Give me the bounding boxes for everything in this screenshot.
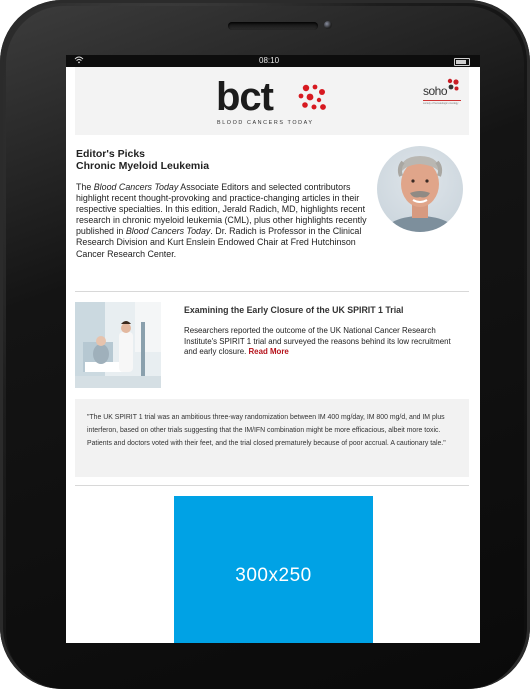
- editor-quote-box: "The UK SPIRIT 1 trial was an ambitious …: [75, 399, 469, 477]
- soho-divider: [423, 100, 461, 101]
- wifi-icon: [74, 56, 84, 66]
- read-more-link[interactable]: Read More: [248, 347, 288, 356]
- editors-picks-heading: Editor's Picks Chronic Myeloid Leukemia: [76, 148, 356, 172]
- battery-icon: [454, 58, 470, 66]
- status-bar: 08:10: [66, 55, 480, 67]
- tablet-screen: 08:10 bct BLOOD CANCERS TODAY soho socie…: [66, 55, 480, 643]
- intro-publication-name-2: Blood Cancers Today: [125, 226, 211, 237]
- article-thumbnail[interactable]: [75, 302, 161, 388]
- article-title-link[interactable]: Examining the Early Closure of the UK SP…: [184, 305, 474, 315]
- editors-picks-intro: The Blood Cancers Today Associate Editor…: [76, 182, 372, 260]
- bct-logo[interactable]: bct BLOOD CANCERS TODAY: [216, 77, 336, 129]
- ad-size-label: 300x250: [235, 565, 312, 586]
- soho-tagline: society of hematologic oncology: [423, 102, 459, 105]
- ad-placeholder[interactable]: 300x250: [174, 496, 373, 643]
- editor-portrait: [377, 146, 463, 232]
- tablet-frame: 08:10 bct BLOOD CANCERS TODAY soho socie…: [0, 0, 530, 689]
- soho-dots-icon: [447, 78, 459, 91]
- intro-publication-name-1: Blood Cancers Today: [93, 182, 179, 192]
- soho-logo[interactable]: soho society of hematologic oncology: [423, 78, 463, 108]
- bct-dots-icon: [298, 84, 326, 110]
- soho-logo-text: soho: [423, 84, 448, 98]
- intro-text-1: The: [76, 182, 94, 192]
- bct-logo-tagline: BLOOD CANCERS TODAY: [217, 120, 314, 126]
- quote-divider: [75, 485, 469, 486]
- camera-icon: [324, 21, 332, 29]
- speaker-grille: [228, 22, 318, 30]
- newsletter-header: bct BLOOD CANCERS TODAY soho society of …: [75, 67, 469, 135]
- status-time: 08:10: [259, 56, 280, 65]
- article-summary-text: Researchers reported the outcome of the …: [184, 326, 451, 357]
- editors-picks-title: Editor's Picks: [76, 148, 146, 160]
- bct-logo-text: bct: [216, 75, 274, 119]
- article-summary: Researchers reported the outcome of the …: [184, 326, 464, 358]
- editor-quote: "The UK SPIRIT 1 trial was an ambitious …: [87, 414, 446, 447]
- editors-picks-topic: Chronic Myeloid Leukemia: [76, 160, 210, 172]
- section-divider: [75, 291, 469, 292]
